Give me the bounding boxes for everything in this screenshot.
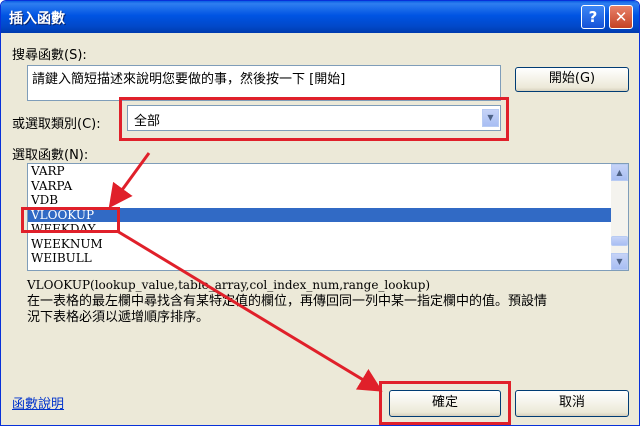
arrow-vlookup-to-ok bbox=[116, 229, 383, 392]
arrow-category-to-vlookup bbox=[108, 152, 151, 209]
insert-function-dialog: 插入函數 ? ✕ 搜尋函數(S): 請鍵入簡短描述來說明您要做的事，然後按一下 … bbox=[0, 0, 640, 426]
annotation-arrows bbox=[108, 152, 383, 392]
